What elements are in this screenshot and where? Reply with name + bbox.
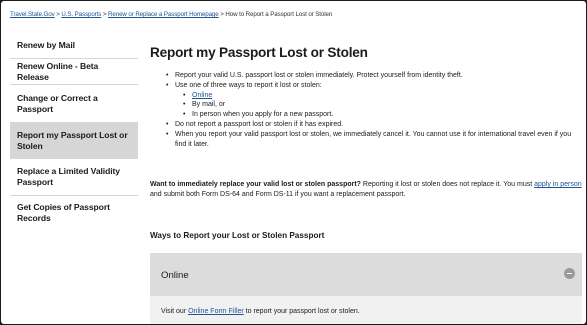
online-form-filler-link[interactable]: Online Form Filler (188, 308, 244, 315)
sub-list-item: In person when you apply for a new passp… (166, 110, 580, 120)
replacement-info-paragraph: Want to immediately replace your valid l… (150, 180, 582, 201)
breadcrumb-link-us-passports[interactable]: U.S. Passports (61, 11, 101, 18)
sidebar-item-change-correct[interactable]: Change or Correct a Passport (10, 84, 138, 122)
sidebar-item-report-lost-stolen[interactable]: Report my Passport Lost or Stolen (10, 122, 138, 158)
breadcrumb-link-renew-replace[interactable]: Renew or Replace a Passport Homepage (108, 11, 219, 18)
accordion-online: Online Visit our Online Form Filler to r… (150, 253, 582, 324)
list-item: Use one of three ways to report it lost … (166, 81, 580, 91)
page-title: Report my Passport Lost or Stolen (150, 45, 368, 60)
accordion-body-online: Visit our Online Form Filler to report y… (150, 296, 582, 324)
breadcrumb-separator: > (56, 11, 60, 18)
sidebar-item-renew-online[interactable]: Renew Online - Beta Release (10, 58, 138, 84)
online-report-link[interactable]: Online (192, 92, 212, 99)
breadcrumb-separator: > (102, 11, 107, 18)
paragraph-text: and submit both Form DS-64 and Form DS-1… (150, 191, 406, 199)
sidebar-nav: Renew by Mail Renew Online - Beta Releas… (10, 33, 138, 230)
accordion-text: Visit our (161, 308, 189, 315)
sidebar-item-get-copies[interactable]: Get Copies of Passport Records (10, 195, 138, 230)
accordion-header-online[interactable]: Online (150, 253, 582, 296)
accordion-title: Online (161, 270, 189, 281)
apply-in-person-link[interactable]: apply in person (534, 181, 581, 188)
sub-list-item: By mail, or (166, 100, 580, 110)
minus-circle-icon[interactable] (564, 268, 575, 279)
list-item: Do not report a passport lost or stolen … (166, 120, 580, 130)
info-bullet-list: Report your valid U.S. passport lost or … (166, 71, 580, 149)
sub-list-item: Online (166, 91, 580, 101)
accordion-text: to report your passport lost or stolen. (243, 308, 360, 315)
sidebar-item-renew-by-mail[interactable]: Renew by Mail (10, 33, 138, 58)
paragraph-text: Reporting it lost or stolen does not rep… (360, 181, 535, 188)
breadcrumb-separator: > (220, 11, 224, 18)
breadcrumb: Travel.State.Gov > U.S. Passports > Rene… (10, 11, 580, 18)
sidebar-item-replace-limited-validity[interactable]: Replace a Limited Validity Passport (10, 158, 138, 195)
accordion-body-text: Visit our Online Form Filler to report y… (161, 308, 360, 315)
page-frame: Travel.State.Gov > U.S. Passports > Rene… (1, 1, 586, 324)
list-item: Report your valid U.S. passport lost or … (166, 71, 580, 81)
replacement-question: Want to immediately replace your valid l… (150, 181, 361, 188)
section-heading: Ways to Report your Lost or Stolen Passp… (150, 231, 325, 240)
breadcrumb-current: How to Report a Passport Lost or Stolen (225, 11, 333, 18)
list-item: When you report your valid passport lost… (166, 130, 580, 150)
breadcrumb-link-travel-state-gov[interactable]: Travel.State.Gov (10, 11, 55, 18)
